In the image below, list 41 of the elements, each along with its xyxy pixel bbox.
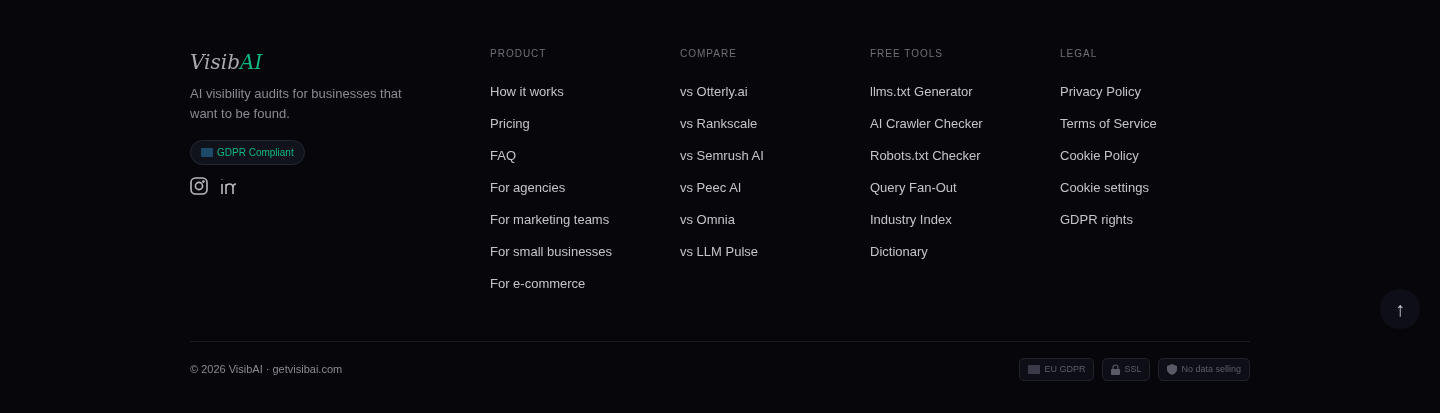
footer-link[interactable]: vs LLM Pulse	[680, 242, 759, 261]
tagline: AI visibility audits for businesses that want to be found.	[190, 85, 403, 123]
footer-link[interactable]: vs Rankscale	[680, 114, 758, 133]
footer-link[interactable]: Robots.txt Checker	[870, 146, 981, 165]
footer-link[interactable]: vs Semrush AI	[680, 146, 764, 165]
footer-link[interactable]: For e-commerce	[490, 274, 586, 293]
footer-link[interactable]: For agencies	[490, 178, 566, 197]
footer-link[interactable]: Query Fan-Out	[870, 178, 957, 197]
logo[interactable]: VisibAI	[190, 48, 263, 76]
footer-link[interactable]: Privacy Policy	[1060, 82, 1141, 101]
gdpr-badge: GDPR Compliant	[190, 140, 305, 165]
trust-badge: SSL	[1102, 358, 1151, 381]
footer-link[interactable]: Pricing	[490, 114, 530, 133]
footer-link[interactable]: How it works	[490, 82, 564, 101]
flag-icon	[1028, 365, 1041, 374]
footer-link[interactable]: Cookie Policy	[1060, 146, 1139, 165]
footer-link[interactable]: For small businesses	[490, 242, 613, 261]
footer-link[interactable]: Terms of Service	[1060, 114, 1157, 133]
footer-link[interactable]: AI Crawler Checker	[870, 114, 983, 133]
instagram-icon[interactable]	[190, 177, 208, 195]
footer-link[interactable]: Dictionary	[870, 242, 928, 261]
column-heading: PRODUCT	[490, 48, 547, 60]
footer-link[interactable]: vs Omnia	[680, 210, 735, 229]
footer-link[interactable]: Cookie settings	[1060, 178, 1149, 197]
footer-link[interactable]: GDPR rights	[1060, 210, 1133, 229]
trust-badge: No data selling	[1158, 358, 1250, 381]
lock-icon	[1111, 364, 1121, 375]
column-heading: FREE TOOLS	[870, 48, 943, 60]
footer-link[interactable]: For marketing teams	[490, 210, 610, 229]
column-heading: LEGAL	[1060, 48, 1098, 60]
footer-link[interactable]: vs Otterly.ai	[680, 82, 748, 101]
trust-badge: EU GDPR	[1019, 358, 1095, 381]
back-to-top-button[interactable]: ↑	[1380, 289, 1420, 329]
shield-icon	[1167, 364, 1178, 375]
column-heading: COMPARE	[680, 48, 737, 60]
flag-icon	[201, 148, 213, 157]
footer-link[interactable]: vs Peec AI	[680, 178, 742, 197]
footer-link[interactable]: Industry Index	[870, 210, 952, 229]
footer-link[interactable]: FAQ	[490, 146, 516, 165]
copyright-text: © 2026 VisibAI · getvisibai.com	[190, 362, 343, 378]
footer-link[interactable]: llms.txt Generator	[870, 82, 973, 101]
